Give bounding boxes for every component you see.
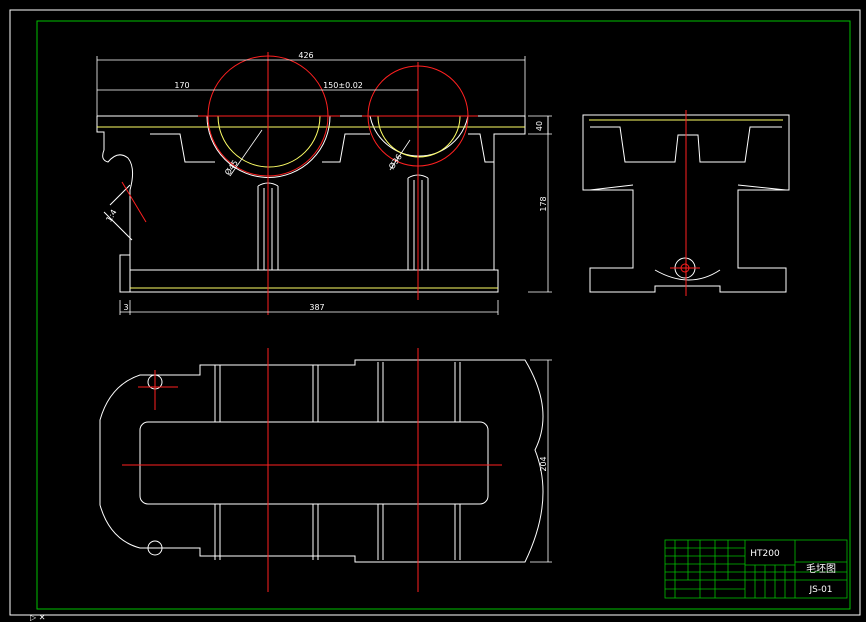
dim-base-offset: 3: [123, 303, 128, 312]
dim-bore-dia-right: Ø36: [386, 152, 404, 171]
dim-height-top: 40: [535, 121, 544, 131]
sheet-border: [9, 9, 861, 616]
dim-chamfer: 1:4: [104, 208, 118, 224]
title-block-drawing-name: 毛坯图: [806, 563, 836, 575]
corner-mark: ▷ ✕: [30, 613, 45, 622]
dim-base-length: 387: [309, 303, 324, 312]
dim-bore-spacing: 150±0.02: [323, 81, 363, 90]
drawing-frame: [36, 20, 851, 610]
side-view-centerlines: [670, 110, 700, 296]
dim-plan-width: 204: [539, 456, 548, 471]
front-view-centerlines: [121, 52, 478, 315]
title-block-drawing-number: JS-01: [808, 585, 832, 595]
plan-view: [99, 359, 544, 563]
title-block-material: HT200: [750, 549, 780, 559]
plan-view-centerlines: [122, 348, 502, 592]
dim-left-offset: 170: [174, 81, 189, 90]
cad-drawing-canvas: 426 170 150±0.02 40 178 387 3 Ø45 Ø36 1:…: [9, 9, 861, 622]
dim-total-height: 178: [539, 196, 548, 211]
dim-overall-length: 426: [298, 51, 313, 60]
